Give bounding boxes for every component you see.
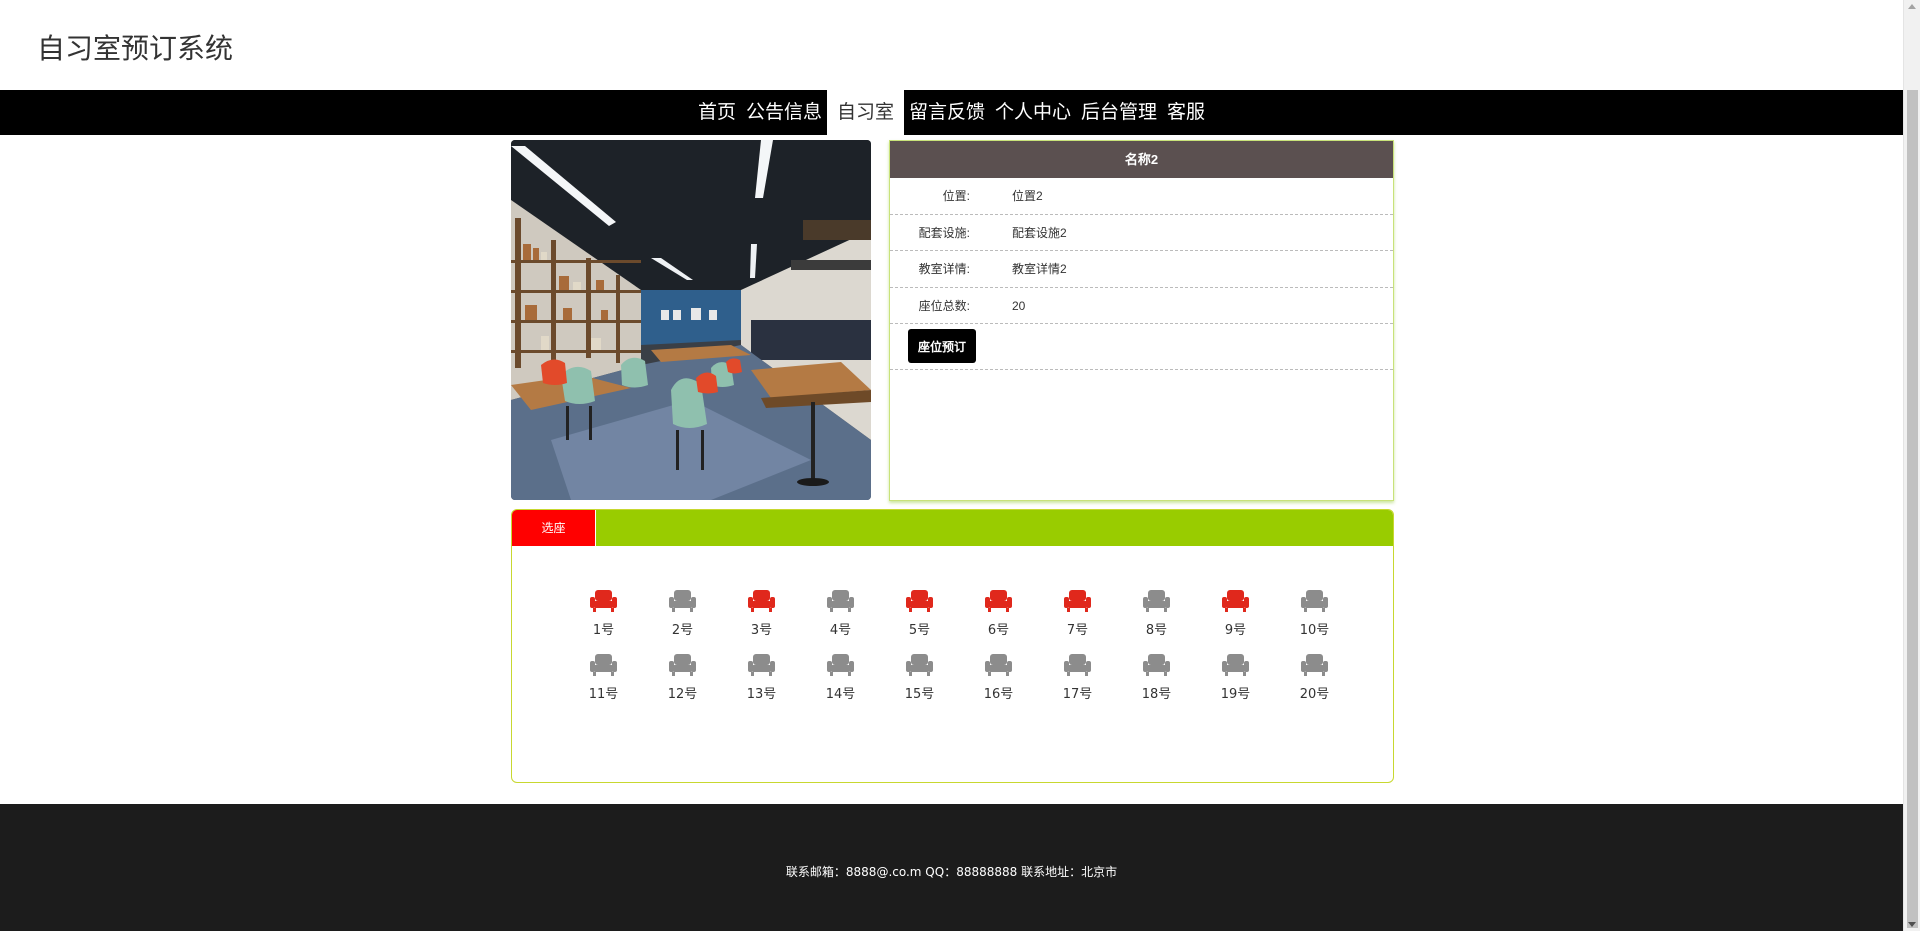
- seat-item[interactable]: 6号: [959, 589, 1038, 638]
- seat-item[interactable]: 19号: [1196, 653, 1275, 702]
- info-value: 位置2: [1012, 189, 1043, 203]
- info-row-seat-count: 座位总数: 20: [890, 288, 1393, 324]
- seat-label: 2号: [671, 623, 694, 638]
- info-label: 配套设施:: [918, 225, 970, 240]
- main-nav: 首页 公告信息 自习室 留言反馈 个人中心 后台管理 客服: [0, 90, 1903, 135]
- armchair-icon: [906, 589, 933, 613]
- armchair-icon: [590, 589, 617, 613]
- seat-item[interactable]: 7号: [1038, 589, 1117, 638]
- seat-label: 18号: [1141, 687, 1172, 702]
- seat-label: 10号: [1299, 623, 1330, 638]
- armchair-icon: [1064, 653, 1091, 677]
- seat-grid: 1号 2号 3号 4号 5号 6号 7号 8号 9号 10号 11号 12号 13号 14号 15号 16号 1…: [564, 589, 1329, 702]
- header: 自习室预订系统: [0, 0, 1903, 90]
- nav-item-home[interactable]: 首页: [693, 90, 741, 135]
- armchair-icon: [985, 653, 1012, 677]
- info-label: 位置:: [942, 189, 970, 203]
- seat-item[interactable]: 5号: [880, 589, 959, 638]
- info-row-location: 位置: 位置2: [890, 178, 1393, 215]
- seat-label: 7号: [1066, 623, 1089, 638]
- info-value: 配套设施2: [1012, 225, 1067, 240]
- seat-item[interactable]: 14号: [801, 653, 880, 702]
- seat-item[interactable]: 11号: [564, 653, 643, 702]
- armchair-icon: [1222, 589, 1249, 613]
- armchair-icon: [1143, 653, 1170, 677]
- info-label: 教室详情:: [918, 262, 970, 276]
- scroll-up-icon[interactable]: [1908, 4, 1916, 9]
- seat-item[interactable]: 3号: [722, 589, 801, 638]
- nav-item-announcements[interactable]: 公告信息: [741, 90, 827, 135]
- info-value: 教室详情2: [1012, 262, 1067, 276]
- seat-selection-panel: 选座 1号 2号 3号 4号 5号 6号 7号 8号 9号 10号 11号 12号 13号 14号 15号 1…: [511, 509, 1394, 783]
- seat-item[interactable]: 17号: [1038, 653, 1117, 702]
- site-title: 自习室预订系统: [37, 32, 234, 65]
- armchair-icon: [1222, 653, 1249, 677]
- seat-label: 9号: [1224, 623, 1247, 638]
- seat-label: 14号: [825, 687, 856, 702]
- page: 自习室预订系统 首页 公告信息 自习室 留言反馈 个人中心 后台管理 客服 名称…: [0, 0, 1920, 931]
- nav-item-study-room[interactable]: 自习室: [826, 90, 904, 135]
- nav-item-admin[interactable]: 后台管理: [1076, 90, 1162, 135]
- armchair-icon: [748, 589, 775, 613]
- seat-item[interactable]: 8号: [1117, 589, 1196, 638]
- seat-label: 16号: [983, 687, 1014, 702]
- armchair-icon: [1143, 589, 1170, 613]
- armchair-icon: [669, 653, 696, 677]
- page-scrollbar[interactable]: [1903, 0, 1920, 931]
- seat-item[interactable]: 15号: [880, 653, 959, 702]
- armchair-icon: [748, 653, 775, 677]
- scroll-down-icon[interactable]: [1908, 922, 1916, 927]
- seat-tabbar: 选座: [512, 510, 1393, 546]
- room-name: 名称2: [890, 141, 1393, 178]
- info-action-row: 座位预订: [890, 324, 1393, 370]
- seat-item[interactable]: 10号: [1275, 589, 1354, 638]
- seat-label: 19号: [1220, 687, 1251, 702]
- armchair-icon: [827, 589, 854, 613]
- seat-item[interactable]: 20号: [1275, 653, 1354, 702]
- seat-label: 15号: [904, 687, 935, 702]
- seat-label: 12号: [667, 687, 698, 702]
- seat-label: 13号: [746, 687, 777, 702]
- armchair-icon: [669, 589, 696, 613]
- nav-item-feedback[interactable]: 留言反馈: [904, 90, 990, 135]
- seat-item[interactable]: 1号: [564, 589, 643, 638]
- seat-item[interactable]: 12号: [643, 653, 722, 702]
- info-row-details: 教室详情: 教室详情2: [890, 251, 1393, 288]
- nav-item-personal-center[interactable]: 个人中心: [990, 90, 1076, 135]
- room-photo: [511, 140, 871, 500]
- armchair-icon: [827, 653, 854, 677]
- seat-item[interactable]: 2号: [643, 589, 722, 638]
- nav-item-customer-service[interactable]: 客服: [1162, 90, 1210, 135]
- tab-select-seat[interactable]: 选座: [512, 510, 596, 546]
- armchair-icon: [1064, 589, 1091, 613]
- seat-label: 11号: [588, 687, 619, 702]
- seat-item[interactable]: 9号: [1196, 589, 1275, 638]
- seat-label: 8号: [1145, 623, 1168, 638]
- seat-label: 20号: [1299, 687, 1330, 702]
- armchair-icon: [985, 589, 1012, 613]
- info-value: 20: [1012, 298, 1026, 313]
- seat-label: 5号: [908, 623, 931, 638]
- armchair-icon: [1301, 653, 1328, 677]
- seat-item[interactable]: 18号: [1117, 653, 1196, 702]
- seat-label: 1号: [592, 623, 615, 638]
- seat-item[interactable]: 4号: [801, 589, 880, 638]
- armchair-icon: [1301, 589, 1328, 613]
- armchair-icon: [906, 653, 933, 677]
- seat-item[interactable]: 13号: [722, 653, 801, 702]
- scrollbar-thumb[interactable]: [1907, 90, 1918, 928]
- seat-label: 4号: [829, 623, 852, 638]
- seat-label: 3号: [750, 623, 773, 638]
- footer: 联系邮箱：8888@.co.m QQ：88888888 联系地址：北京市: [0, 804, 1903, 931]
- book-seat-button[interactable]: 座位预订: [908, 329, 976, 363]
- armchair-icon: [590, 653, 617, 677]
- room-info-panel: 名称2 位置: 位置2 配套设施: 配套设施2 教室详情: 教室详情2 座位总数…: [889, 140, 1394, 501]
- seat-item[interactable]: 16号: [959, 653, 1038, 702]
- info-label: 座位总数:: [918, 298, 970, 313]
- seat-label: 17号: [1062, 687, 1093, 702]
- info-row-facilities: 配套设施: 配套设施2: [890, 215, 1393, 251]
- footer-contact: 联系邮箱：8888@.co.m QQ：88888888 联系地址：北京市: [785, 865, 1118, 879]
- seat-label: 6号: [987, 623, 1010, 638]
